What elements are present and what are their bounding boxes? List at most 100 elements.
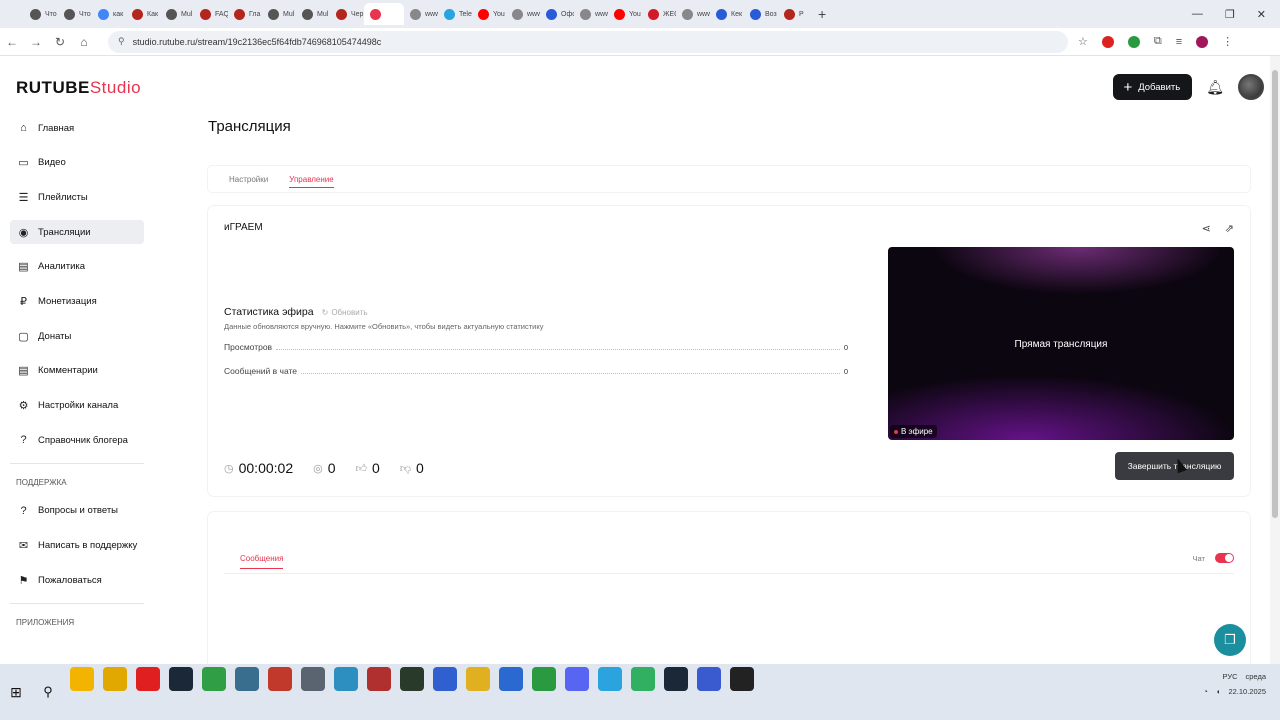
browser-tab[interactable]: ЖЕС [642, 3, 676, 25]
extension-icon[interactable] [1127, 35, 1140, 48]
rutube-studio-logo[interactable]: RUTUBEStudio [16, 78, 141, 98]
browser-tab[interactable]: Офс [540, 3, 574, 25]
app-icon[interactable] [697, 667, 721, 691]
support-chat-button[interactable]: ❐ [1214, 624, 1246, 656]
stream-preview[interactable]: Прямая трансляция В эфире [888, 247, 1234, 440]
tab-favicon-icon [478, 8, 489, 20]
browser-tab[interactable]: Что [24, 3, 58, 25]
refresh-button[interactable]: ↻ Обновить [322, 308, 368, 317]
sidebar-item[interactable]: ▤ Аналитика [10, 255, 144, 279]
browser-tab[interactable]: Как [126, 3, 160, 25]
browser-tab[interactable]: www [574, 3, 608, 25]
browser-tab[interactable]: You [472, 3, 506, 25]
browser-tab[interactable]: FAQ [194, 3, 228, 25]
share-icon[interactable]: ⋖ [1202, 222, 1211, 235]
back-icon[interactable]: ← [0, 35, 24, 49]
site-info-icon[interactable]: ⚲ [118, 36, 125, 47]
app-icon[interactable] [400, 667, 424, 691]
new-tab-button[interactable]: + [818, 6, 826, 22]
money-icon: ₽ [20, 295, 27, 308]
browser-tab[interactable]: как [92, 3, 126, 25]
home-icon[interactable]: ⌂ [72, 35, 96, 49]
playlist-icon[interactable]: ≡ [1176, 36, 1182, 48]
folder-icon[interactable] [103, 667, 127, 691]
steam-icon[interactable] [664, 667, 688, 691]
url-field[interactable]: ⚲ studio.rutube.ru/stream/19c2136ec5f64f… [108, 30, 1068, 53]
sidebar-item[interactable]: ? Справочник блогера [10, 428, 144, 452]
extensions-puzzle-icon[interactable]: ⧉ [1154, 35, 1162, 48]
sidebar-item[interactable]: ☰ Плейлисты [10, 185, 144, 209]
browser-tab[interactable]: www [676, 3, 710, 25]
profile-avatar[interactable] [1196, 35, 1209, 48]
app-icon[interactable] [433, 667, 457, 691]
browser-tab[interactable]: Воз [744, 3, 778, 25]
restore-button[interactable]: ❐ [1225, 8, 1235, 21]
preview-label: Прямая трансляция [1014, 339, 1108, 350]
browser-tab[interactable]: Mul [296, 3, 330, 25]
close-button[interactable]: ✕ [1257, 8, 1266, 21]
sidebar-item[interactable]: ⌂ Главная [10, 116, 144, 140]
bookmark-star-icon[interactable]: ☆ [1078, 35, 1088, 48]
sidebar-item[interactable]: ▢ Донаты [10, 324, 144, 348]
browser-tab[interactable]: P [778, 3, 812, 25]
browser-tab[interactable]: www [506, 3, 540, 25]
reload-icon[interactable]: ↻ [48, 35, 72, 49]
sidebar-item[interactable]: ◉ Трансляции [10, 220, 144, 245]
scrollbar-thumb[interactable] [1272, 70, 1278, 518]
search-icon[interactable]: ⚲ [32, 684, 64, 700]
volume-icon[interactable]: ◖ [1216, 687, 1221, 696]
chrome-icon[interactable] [202, 667, 226, 691]
chat-toggle[interactable] [1215, 553, 1234, 563]
app-icon[interactable] [367, 667, 391, 691]
wifi-icon[interactable]: ◔ [1203, 687, 1208, 696]
browser-tab[interactable]: Mul [262, 3, 296, 25]
forward-icon[interactable]: → [24, 35, 48, 49]
discord-icon[interactable] [565, 667, 589, 691]
page-scrollbar[interactable] [1270, 56, 1280, 664]
calendar-icon[interactable] [70, 667, 94, 691]
sidebar-item[interactable]: ⚑ Пожаловаться [10, 568, 144, 592]
sidebar-item[interactable]: ✉ Написать в поддержку [10, 534, 144, 558]
browser-tab[interactable]: Чер [330, 3, 364, 25]
bell-icon[interactable]: 🔔︎ [1206, 79, 1224, 96]
avatar[interactable] [1238, 74, 1264, 100]
app-icon[interactable] [235, 667, 259, 691]
external-link-icon[interactable]: ⇗ [1225, 222, 1234, 235]
app-icon[interactable] [334, 667, 358, 691]
app-icon[interactable] [466, 667, 490, 691]
tab-settings[interactable]: Настройки [229, 175, 268, 184]
browser-tab[interactable]: Гла [228, 3, 262, 25]
obs-icon[interactable] [730, 667, 754, 691]
minimize-button[interactable]: — [1192, 8, 1203, 20]
add-button[interactable]: + Добавить [1113, 74, 1193, 100]
tab-messages[interactable]: Сообщения [240, 554, 284, 569]
app-icon[interactable] [268, 667, 292, 691]
tray-language[interactable]: РУС [1222, 672, 1237, 681]
tray-date[interactable]: 22.10.2025 [1228, 687, 1266, 696]
steam-icon[interactable] [169, 667, 193, 691]
sidebar-item[interactable]: ⚙ Настройки канала [10, 394, 144, 418]
browser-tab[interactable]: www [404, 3, 438, 25]
app-icon[interactable] [532, 667, 556, 691]
extension-icon[interactable] [1101, 35, 1114, 48]
app-icon[interactable] [499, 667, 523, 691]
sidebar-item[interactable]: ? Вопросы и ответы [10, 499, 144, 523]
sidebar-item[interactable]: ₽ Монетизация [10, 289, 144, 313]
windows-start-icon[interactable]: ⊞ [0, 684, 32, 701]
browser-tab[interactable]: Кек [710, 3, 744, 25]
tab-favicon-icon [30, 8, 41, 20]
browser-tab[interactable]: Что [58, 3, 92, 25]
browser-menu-icon[interactable]: ⋮ [1222, 35, 1233, 48]
gear-icon[interactable] [301, 667, 325, 691]
header-actions: + Добавить 🔔︎ [1113, 74, 1264, 100]
telegram-icon[interactable] [598, 667, 622, 691]
sidebar-item[interactable]: ▤ Комментарии [10, 359, 144, 383]
tab-management[interactable]: Управление [289, 175, 334, 188]
browser-tab[interactable]: Mul [160, 3, 194, 25]
sidebar-item[interactable]: ▭ Видео [10, 151, 144, 175]
browser-tab[interactable]: You [608, 3, 642, 25]
browser-tab[interactable] [364, 3, 404, 25]
app-icon[interactable] [631, 667, 655, 691]
browser-tab[interactable]: Tele [438, 3, 472, 25]
yandex-icon[interactable] [136, 667, 160, 691]
